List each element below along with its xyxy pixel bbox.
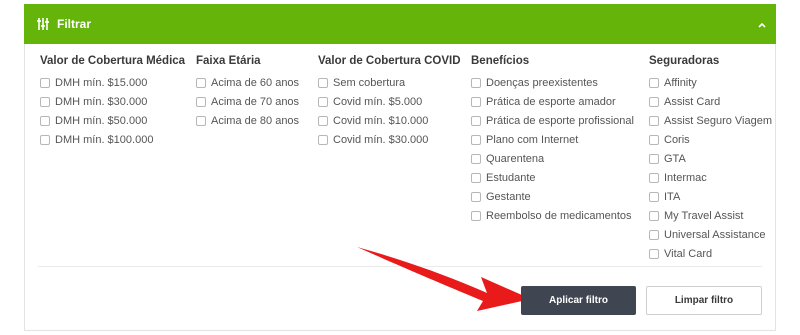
filter-option[interactable]: Prática de esporte amador xyxy=(471,92,634,111)
filter-option[interactable]: Quarentena xyxy=(471,149,634,168)
filter-option[interactable]: DMH mín. $100.000 xyxy=(40,130,185,149)
checkbox[interactable] xyxy=(649,172,659,183)
filter-option[interactable]: Gestante xyxy=(471,187,634,206)
filter-option[interactable]: Acima de 70 anos xyxy=(196,92,299,111)
checkbox[interactable] xyxy=(471,134,481,145)
sliders-icon xyxy=(36,17,50,31)
checkbox[interactable] xyxy=(40,134,50,145)
red-arrow-annotation xyxy=(357,247,531,311)
checkbox[interactable] xyxy=(649,229,659,240)
filter-option[interactable]: ITA xyxy=(649,187,772,206)
filter-option[interactable]: My Travel Assist xyxy=(649,206,772,225)
checkbox[interactable] xyxy=(649,134,659,145)
checkbox[interactable] xyxy=(471,77,481,88)
filter-option[interactable]: DMH mín. $30.000 xyxy=(40,92,185,111)
filter-option[interactable]: Coris xyxy=(649,130,772,149)
filter-option[interactable]: Assist Seguro Viagem xyxy=(649,111,772,130)
filter-title: Filtrar xyxy=(57,17,92,31)
filter-option[interactable]: Assist Card xyxy=(649,92,772,111)
checkbox[interactable] xyxy=(318,77,328,88)
filter-option[interactable]: Reembolso de medicamentos xyxy=(471,206,634,225)
checkbox[interactable] xyxy=(318,96,328,107)
filter-option[interactable]: Affinity xyxy=(649,73,772,92)
filter-option[interactable]: GTA xyxy=(649,149,772,168)
checkbox[interactable] xyxy=(649,115,659,126)
filter-option[interactable]: Universal Assistance xyxy=(649,225,772,244)
checkbox[interactable] xyxy=(318,115,328,126)
column-age-range: Faixa Etária Acima de 60 anos Acima de 7… xyxy=(196,54,299,130)
filter-option[interactable]: Acima de 60 anos xyxy=(196,73,299,92)
filter-option[interactable]: DMH mín. $15.000 xyxy=(40,73,185,92)
checkbox[interactable] xyxy=(196,96,206,107)
checkbox[interactable] xyxy=(649,248,659,259)
filter-option[interactable]: Vital Card xyxy=(649,244,772,263)
checkbox[interactable] xyxy=(471,153,481,164)
column-title: Benefícios xyxy=(471,55,530,67)
apply-filter-button[interactable]: Aplicar filtro xyxy=(521,286,636,315)
checkbox[interactable] xyxy=(196,77,206,88)
filter-option[interactable]: Sem cobertura xyxy=(318,73,461,92)
filter-option[interactable]: Acima de 80 anos xyxy=(196,111,299,130)
filter-option[interactable]: DMH mín. $50.000 xyxy=(40,111,185,130)
column-title: Seguradoras xyxy=(649,55,720,67)
filter-option[interactable]: Intermac xyxy=(649,168,772,187)
column-benefits: Benefícios Doenças preexistentes Prática… xyxy=(471,54,634,225)
filter-header[interactable]: Filtrar xyxy=(24,4,776,44)
checkbox[interactable] xyxy=(649,153,659,164)
filter-option[interactable]: Estudante xyxy=(471,168,634,187)
column-title: Faixa Etária xyxy=(196,55,261,67)
column-title: Valor de Cobertura COVID xyxy=(318,55,461,67)
checkbox[interactable] xyxy=(471,96,481,107)
column-covid-coverage: Valor de Cobertura COVID Sem cobertura C… xyxy=(318,54,461,149)
filter-option[interactable]: Plano com Internet xyxy=(471,130,634,149)
checkbox[interactable] xyxy=(40,96,50,107)
checkbox[interactable] xyxy=(40,77,50,88)
filter-option[interactable]: Covid mín. $30.000 xyxy=(318,130,461,149)
column-medical-coverage: Valor de Cobertura Médica DMH mín. $15.0… xyxy=(40,54,185,149)
checkbox[interactable] xyxy=(471,210,481,221)
column-insurers: Seguradoras Affinity Assist Card Assist … xyxy=(649,54,772,263)
checkbox[interactable] xyxy=(471,172,481,183)
checkbox[interactable] xyxy=(471,115,481,126)
checkbox[interactable] xyxy=(471,191,481,202)
checkbox[interactable] xyxy=(649,77,659,88)
checkbox[interactable] xyxy=(649,191,659,202)
filter-option[interactable]: Doenças preexistentes xyxy=(471,73,634,92)
chevron-up-icon[interactable] xyxy=(756,18,768,30)
checkbox[interactable] xyxy=(649,210,659,221)
filter-option[interactable]: Covid mín. $5.000 xyxy=(318,92,461,111)
column-title: Valor de Cobertura Médica xyxy=(40,55,186,67)
checkbox[interactable] xyxy=(196,115,206,126)
filter-option[interactable]: Covid mín. $10.000 xyxy=(318,111,461,130)
clear-filter-button[interactable]: Limpar filtro xyxy=(646,286,762,315)
filter-option[interactable]: Prática de esporte profissional xyxy=(471,111,634,130)
checkbox[interactable] xyxy=(40,115,50,126)
checkbox[interactable] xyxy=(318,134,328,145)
checkbox[interactable] xyxy=(649,96,659,107)
